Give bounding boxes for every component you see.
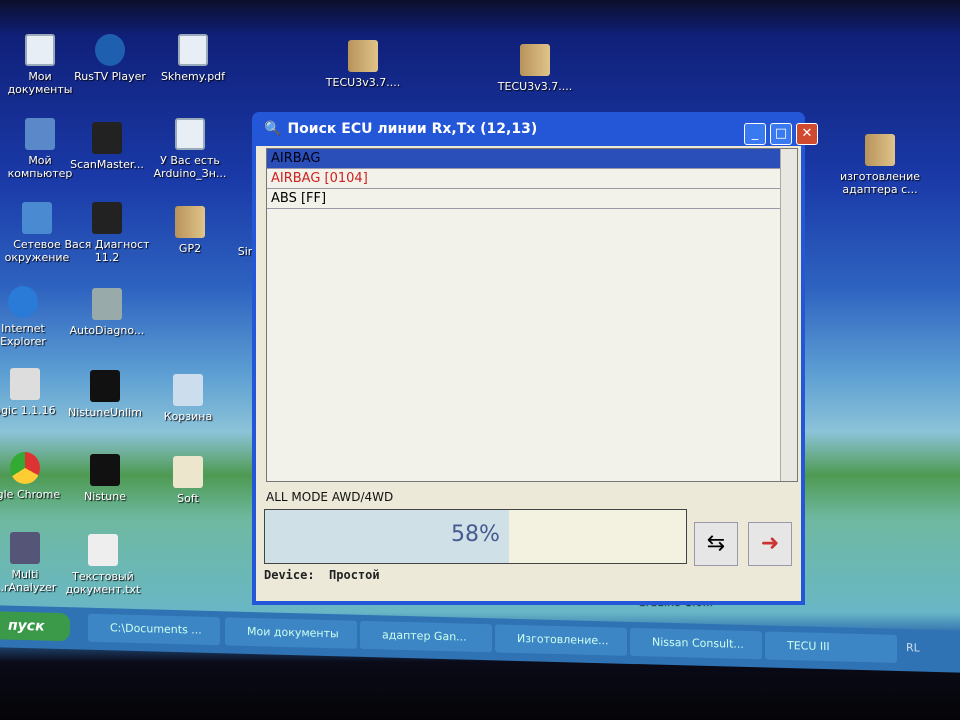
desktop-icon-arduino-doc[interactable]: У Вас есть Arduino_Зн... <box>145 118 235 180</box>
desktop-icon-soft[interactable]: Soft <box>143 456 233 505</box>
desktop-icon-vasya[interactable]: Вася Диагност 11.2 <box>62 202 152 264</box>
progress-label: 58% <box>451 522 500 547</box>
desktop-icon-adapter[interactable]: изготовление адаптера с... <box>835 134 925 196</box>
exit-button[interactable]: ➜ <box>748 522 792 566</box>
taskbar-item[interactable]: TECU III <box>765 631 897 663</box>
progress-bar: 58% <box>264 509 687 564</box>
folder-icon <box>173 456 203 488</box>
list-item[interactable]: AIRBAG <box>267 149 780 169</box>
device-value: Простой <box>329 568 380 582</box>
text-file-icon <box>88 534 118 566</box>
network-icon <box>22 202 52 234</box>
app-icon <box>92 288 122 320</box>
document-icon <box>175 118 205 150</box>
title-bar[interactable]: 🔍 Поиск ECU линии Rx,Tx (12,13) <box>256 112 801 146</box>
player-icon <box>95 34 125 66</box>
ecu-list[interactable]: AIRBAG AIRBAG [0104] ABS [FF] <box>266 148 798 482</box>
documents-icon <box>25 34 55 66</box>
folder-icon <box>175 206 205 238</box>
taskbar-item[interactable]: Мои документы <box>225 617 357 649</box>
search-icon: 🔍 <box>264 121 282 137</box>
taskbar-item[interactable]: Изготовление... <box>495 624 627 656</box>
desktop-icon-scanmaster[interactable]: ScanMaster... <box>62 122 152 171</box>
desktop-icon-gp2[interactable]: GP2 <box>145 206 235 255</box>
app-icon <box>10 368 40 400</box>
folder-icon <box>865 134 895 166</box>
computer-icon <box>25 118 55 150</box>
ie-icon <box>8 286 38 318</box>
recycle-bin-icon <box>173 374 203 406</box>
mode-label: ALL MODE AWD/4WD <box>266 490 394 504</box>
close-button[interactable]: ✕ <box>796 123 818 145</box>
vertical-scrollbar[interactable] <box>780 149 797 481</box>
desktop-icon-rustv[interactable]: RusTV Player <box>65 34 155 83</box>
chrome-icon <box>10 452 40 484</box>
window-client: AIRBAG AIRBAG [0104] ABS [FF] ALL MODE A… <box>256 146 801 601</box>
language-indicator[interactable]: RL <box>906 641 920 654</box>
device-status: Device: Простой <box>264 568 380 582</box>
start-button[interactable]: пуск <box>0 611 70 642</box>
desktop-icon-nistuneunlim[interactable]: NistuneUnlim <box>60 370 150 419</box>
pdf-icon <box>178 34 208 66</box>
ecu-search-window: 🔍 Поиск ECU линии Rx,Tx (12,13) _ □ ✕ AIR… <box>252 112 818 605</box>
taskbar-item[interactable]: Nissan Consult... <box>630 627 762 660</box>
desktop-icon-tecu2[interactable]: TECU3v3.7.... <box>490 44 580 93</box>
taskbar-item[interactable]: адаптер Gan... <box>360 620 492 653</box>
folder-icon <box>348 40 378 72</box>
desktop-icon-autodiagno[interactable]: AutoDiagno... <box>62 288 152 337</box>
minimize-button[interactable]: _ <box>744 123 766 145</box>
nistune-icon <box>90 370 120 402</box>
analyzer-icon <box>10 532 40 564</box>
desktop-icon-skhemy[interactable]: Skhemy.pdf <box>148 34 238 83</box>
folder-icon <box>520 44 550 76</box>
vasya-icon <box>92 202 122 234</box>
window-title: Поиск ECU линии Rx,Tx (12,13) <box>287 121 538 137</box>
nistune-icon <box>90 454 120 486</box>
scanner-icon <box>92 122 122 154</box>
desktop-icon-text-doc[interactable]: Текстовый документ.txt <box>58 534 148 596</box>
desktop-icon-ie[interactable]: Internet Explorer <box>0 286 68 348</box>
maximize-button[interactable]: □ <box>770 123 792 145</box>
exit-door-icon: ➜ <box>760 531 780 556</box>
connect-icon: ⇆ <box>706 531 726 556</box>
taskbar-item[interactable]: C:\Documents ... <box>88 613 220 646</box>
desktop-icon-tecu1[interactable]: TECU3v3.7.... <box>318 40 408 89</box>
desktop-icon-nistune[interactable]: Nistune <box>60 454 150 503</box>
desktop-icon-recycle[interactable]: Корзина <box>143 374 233 423</box>
list-item[interactable]: ABS [FF] <box>267 189 780 209</box>
list-item[interactable]: AIRBAG [0104] <box>267 169 780 189</box>
connect-button[interactable]: ⇆ <box>694 522 738 566</box>
taskbar: пуск C:\Documents ... Мои документы адап… <box>0 605 960 673</box>
